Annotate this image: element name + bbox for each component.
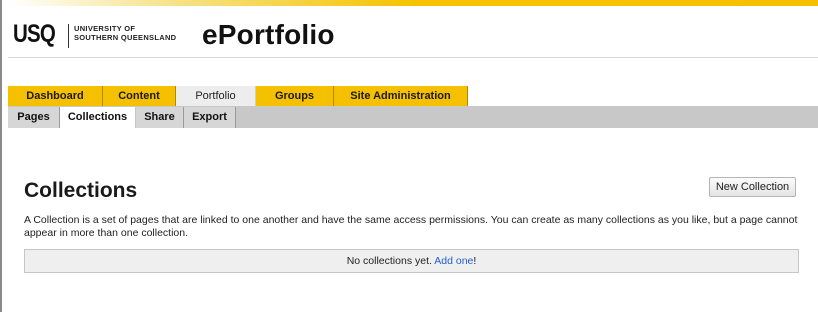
tab-content[interactable]: Content (103, 86, 176, 106)
tab-dashboard[interactable]: Dashboard (8, 86, 103, 106)
empty-collections-message: No collections yet. Add one! (24, 249, 799, 273)
subtab-export[interactable]: Export (184, 107, 236, 128)
collections-description: A Collection is a set of pages that are … (24, 214, 798, 239)
logo-line-2: SOUTHERN QUEENSLAND (74, 33, 177, 42)
site-header: USQ UNIVERSITY OF SOUTHERN QUEENSLAND eP… (8, 6, 818, 58)
logo-wordmark: UNIVERSITY OF SOUTHERN QUEENSLAND (74, 24, 176, 42)
logo-line-1: UNIVERSITY OF (74, 24, 136, 33)
empty-text: No collections yet. (346, 255, 435, 267)
subtab-share[interactable]: Share (136, 107, 184, 128)
new-collection-button[interactable]: New Collection (709, 177, 796, 197)
add-collection-link[interactable]: Add one (434, 255, 473, 267)
window-left-border (0, 0, 2, 312)
sub-nav: Pages Collections Share Export (8, 106, 818, 128)
subtab-pages[interactable]: Pages (8, 107, 60, 128)
main-nav: Dashboard Content Portfolio Groups Site … (8, 86, 468, 106)
subtab-collections[interactable]: Collections (60, 107, 136, 128)
tab-site-administration[interactable]: Site Administration (334, 86, 468, 106)
app-title: ePortfolio (202, 19, 335, 50)
tab-groups[interactable]: Groups (256, 86, 334, 106)
logo-separator (68, 24, 69, 48)
page-title: Collections (24, 179, 138, 202)
empty-suffix: ! (473, 255, 477, 267)
logo-mark: USQ (13, 20, 56, 48)
tab-portfolio[interactable]: Portfolio (176, 86, 256, 106)
